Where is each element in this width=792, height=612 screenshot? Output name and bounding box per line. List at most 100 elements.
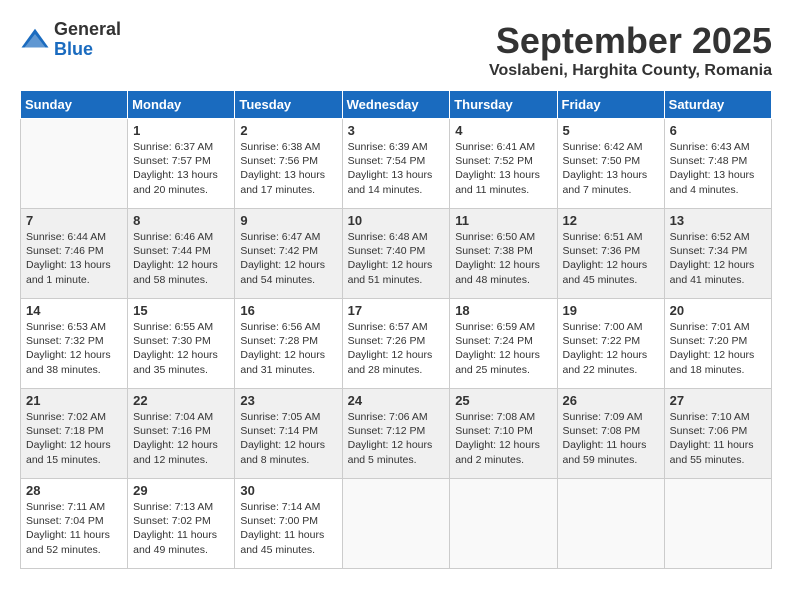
calendar-cell: 17 Sunrise: 6:57 AMSunset: 7:26 PMDayligh…: [342, 299, 450, 389]
calendar-cell: 2 Sunrise: 6:38 AMSunset: 7:56 PMDaylight…: [235, 119, 342, 209]
header-saturday: Saturday: [664, 91, 771, 119]
cell-content: Sunrise: 6:41 AMSunset: 7:52 PMDaylight:…: [455, 140, 551, 197]
logo-blue: Blue: [54, 40, 121, 60]
calendar-cell: 8Sunrise: 6:46 AMSunset: 7:44 PMDaylight…: [128, 209, 235, 299]
cell-content: Sunrise: 6:59 AMSunset: 7:24 PMDaylight:…: [455, 320, 551, 377]
calendar-cell: [21, 119, 128, 209]
cell-content: Sunrise: 7:11 AMSunset: 7:04 PMDaylight:…: [26, 500, 122, 557]
day-number: 19: [563, 303, 659, 318]
logo: General Blue: [20, 20, 121, 60]
header-wednesday: Wednesday: [342, 91, 450, 119]
calendar-header-row: SundayMondayTuesdayWednesdayThursdayFrid…: [21, 91, 772, 119]
day-number: 9: [240, 213, 336, 228]
day-number: 21: [26, 393, 122, 408]
day-number: 20: [670, 303, 766, 318]
header-sunday: Sunday: [21, 91, 128, 119]
day-number: 26: [563, 393, 659, 408]
calendar-cell: 24Sunrise: 7:06 AMSunset: 7:12 PMDayligh…: [342, 389, 450, 479]
calendar-cell: 20 Sunrise: 7:01 AMSunset: 7:20 PMDayligh…: [664, 299, 771, 389]
calendar-cell: 1 Sunrise: 6:37 AMSunset: 7:57 PMDaylight…: [128, 119, 235, 209]
day-number: 5: [563, 123, 659, 138]
cell-content: Sunrise: 7:10 AMSunset: 7:06 PMDaylight:…: [670, 410, 766, 467]
day-number: 25: [455, 393, 551, 408]
cell-content: Sunrise: 7:01 AMSunset: 7:20 PMDaylight:…: [670, 320, 766, 377]
week-row-3: 14 Sunrise: 6:53 AMSunset: 7:32 PMDayligh…: [21, 299, 772, 389]
calendar-cell: [342, 479, 450, 569]
calendar-cell: 6 Sunrise: 6:43 AMSunset: 7:48 PMDaylight…: [664, 119, 771, 209]
day-number: 30: [240, 483, 336, 498]
day-number: 10: [348, 213, 445, 228]
cell-content: Sunrise: 6:39 AMSunset: 7:54 PMDaylight:…: [348, 140, 445, 197]
day-number: 16: [240, 303, 336, 318]
calendar-cell: 15Sunrise: 6:55 AMSunset: 7:30 PMDayligh…: [128, 299, 235, 389]
location: Voslabeni, Harghita County, Romania: [489, 62, 772, 80]
cell-content: Sunrise: 7:05 AMSunset: 7:14 PMDaylight:…: [240, 410, 336, 467]
cell-content: Sunrise: 7:02 AMSunset: 7:18 PMDaylight:…: [26, 410, 122, 467]
day-number: 29: [133, 483, 229, 498]
calendar-cell: 19 Sunrise: 7:00 AMSunset: 7:22 PMDayligh…: [557, 299, 664, 389]
header-monday: Monday: [128, 91, 235, 119]
cell-content: Sunrise: 6:57 AMSunset: 7:26 PMDaylight:…: [348, 320, 445, 377]
calendar-cell: 18 Sunrise: 6:59 AMSunset: 7:24 PMDayligh…: [450, 299, 557, 389]
cell-content: Sunrise: 6:38 AMSunset: 7:56 PMDaylight:…: [240, 140, 336, 197]
day-number: 22: [133, 393, 229, 408]
calendar-cell: [450, 479, 557, 569]
header-friday: Friday: [557, 91, 664, 119]
calendar-cell: [664, 479, 771, 569]
cell-content: Sunrise: 7:04 AMSunset: 7:16 PMDaylight:…: [133, 410, 229, 467]
day-number: 4: [455, 123, 551, 138]
title-block: September 2025 Voslabeni, Harghita Count…: [489, 20, 772, 80]
day-number: 11: [455, 213, 551, 228]
cell-content: Sunrise: 6:44 AMSunset: 7:46 PMDaylight:…: [26, 230, 122, 287]
calendar-cell: 29Sunrise: 7:13 AMSunset: 7:02 PMDayligh…: [128, 479, 235, 569]
day-number: 7: [26, 213, 122, 228]
day-number: 12: [563, 213, 659, 228]
cell-content: Sunrise: 6:52 AMSunset: 7:34 PMDaylight:…: [670, 230, 766, 287]
calendar-cell: 5Sunrise: 6:42 AMSunset: 7:50 PMDaylight…: [557, 119, 664, 209]
calendar: SundayMondayTuesdayWednesdayThursdayFrid…: [20, 90, 772, 569]
calendar-cell: 4 Sunrise: 6:41 AMSunset: 7:52 PMDaylight…: [450, 119, 557, 209]
day-number: 6: [670, 123, 766, 138]
calendar-cell: 12Sunrise: 6:51 AMSunset: 7:36 PMDayligh…: [557, 209, 664, 299]
day-number: 14: [26, 303, 122, 318]
calendar-cell: 27 Sunrise: 7:10 AMSunset: 7:06 PMDayligh…: [664, 389, 771, 479]
cell-content: Sunrise: 6:56 AMSunset: 7:28 PMDaylight:…: [240, 320, 336, 377]
cell-content: Sunrise: 6:55 AMSunset: 7:30 PMDaylight:…: [133, 320, 229, 377]
cell-content: Sunrise: 6:48 AMSunset: 7:40 PMDaylight:…: [348, 230, 445, 287]
week-row-5: 28 Sunrise: 7:11 AMSunset: 7:04 PMDayligh…: [21, 479, 772, 569]
day-number: 28: [26, 483, 122, 498]
calendar-cell: 7 Sunrise: 6:44 AMSunset: 7:46 PMDaylight…: [21, 209, 128, 299]
week-row-2: 7 Sunrise: 6:44 AMSunset: 7:46 PMDaylight…: [21, 209, 772, 299]
calendar-cell: 10 Sunrise: 6:48 AMSunset: 7:40 PMDayligh…: [342, 209, 450, 299]
calendar-cell: 25 Sunrise: 7:08 AMSunset: 7:10 PMDayligh…: [450, 389, 557, 479]
logo-general: General: [54, 20, 121, 40]
day-number: 27: [670, 393, 766, 408]
logo-icon: [20, 25, 50, 55]
calendar-cell: 26Sunrise: 7:09 AMSunset: 7:08 PMDayligh…: [557, 389, 664, 479]
cell-content: Sunrise: 6:46 AMSunset: 7:44 PMDaylight:…: [133, 230, 229, 287]
day-number: 2: [240, 123, 336, 138]
day-number: 17: [348, 303, 445, 318]
cell-content: Sunrise: 7:14 AMSunset: 7:00 PMDaylight:…: [240, 500, 336, 557]
cell-content: Sunrise: 7:06 AMSunset: 7:12 PMDaylight:…: [348, 410, 445, 467]
day-number: 3: [348, 123, 445, 138]
page-header: General Blue September 2025 Voslabeni, H…: [20, 20, 772, 80]
day-number: 23: [240, 393, 336, 408]
calendar-cell: 21 Sunrise: 7:02 AMSunset: 7:18 PMDayligh…: [21, 389, 128, 479]
cell-content: Sunrise: 7:08 AMSunset: 7:10 PMDaylight:…: [455, 410, 551, 467]
calendar-cell: 9 Sunrise: 6:47 AMSunset: 7:42 PMDaylight…: [235, 209, 342, 299]
calendar-cell: [557, 479, 664, 569]
month-title: September 2025: [489, 20, 772, 62]
day-number: 1: [133, 123, 229, 138]
cell-content: Sunrise: 6:43 AMSunset: 7:48 PMDaylight:…: [670, 140, 766, 197]
cell-content: Sunrise: 7:00 AMSunset: 7:22 PMDaylight:…: [563, 320, 659, 377]
cell-content: Sunrise: 6:47 AMSunset: 7:42 PMDaylight:…: [240, 230, 336, 287]
week-row-4: 21 Sunrise: 7:02 AMSunset: 7:18 PMDayligh…: [21, 389, 772, 479]
day-number: 13: [670, 213, 766, 228]
day-number: 18: [455, 303, 551, 318]
cell-content: Sunrise: 6:53 AMSunset: 7:32 PMDaylight:…: [26, 320, 122, 377]
cell-content: Sunrise: 6:37 AMSunset: 7:57 PMDaylight:…: [133, 140, 229, 197]
week-row-1: 1 Sunrise: 6:37 AMSunset: 7:57 PMDaylight…: [21, 119, 772, 209]
calendar-cell: 16 Sunrise: 6:56 AMSunset: 7:28 PMDayligh…: [235, 299, 342, 389]
header-tuesday: Tuesday: [235, 91, 342, 119]
